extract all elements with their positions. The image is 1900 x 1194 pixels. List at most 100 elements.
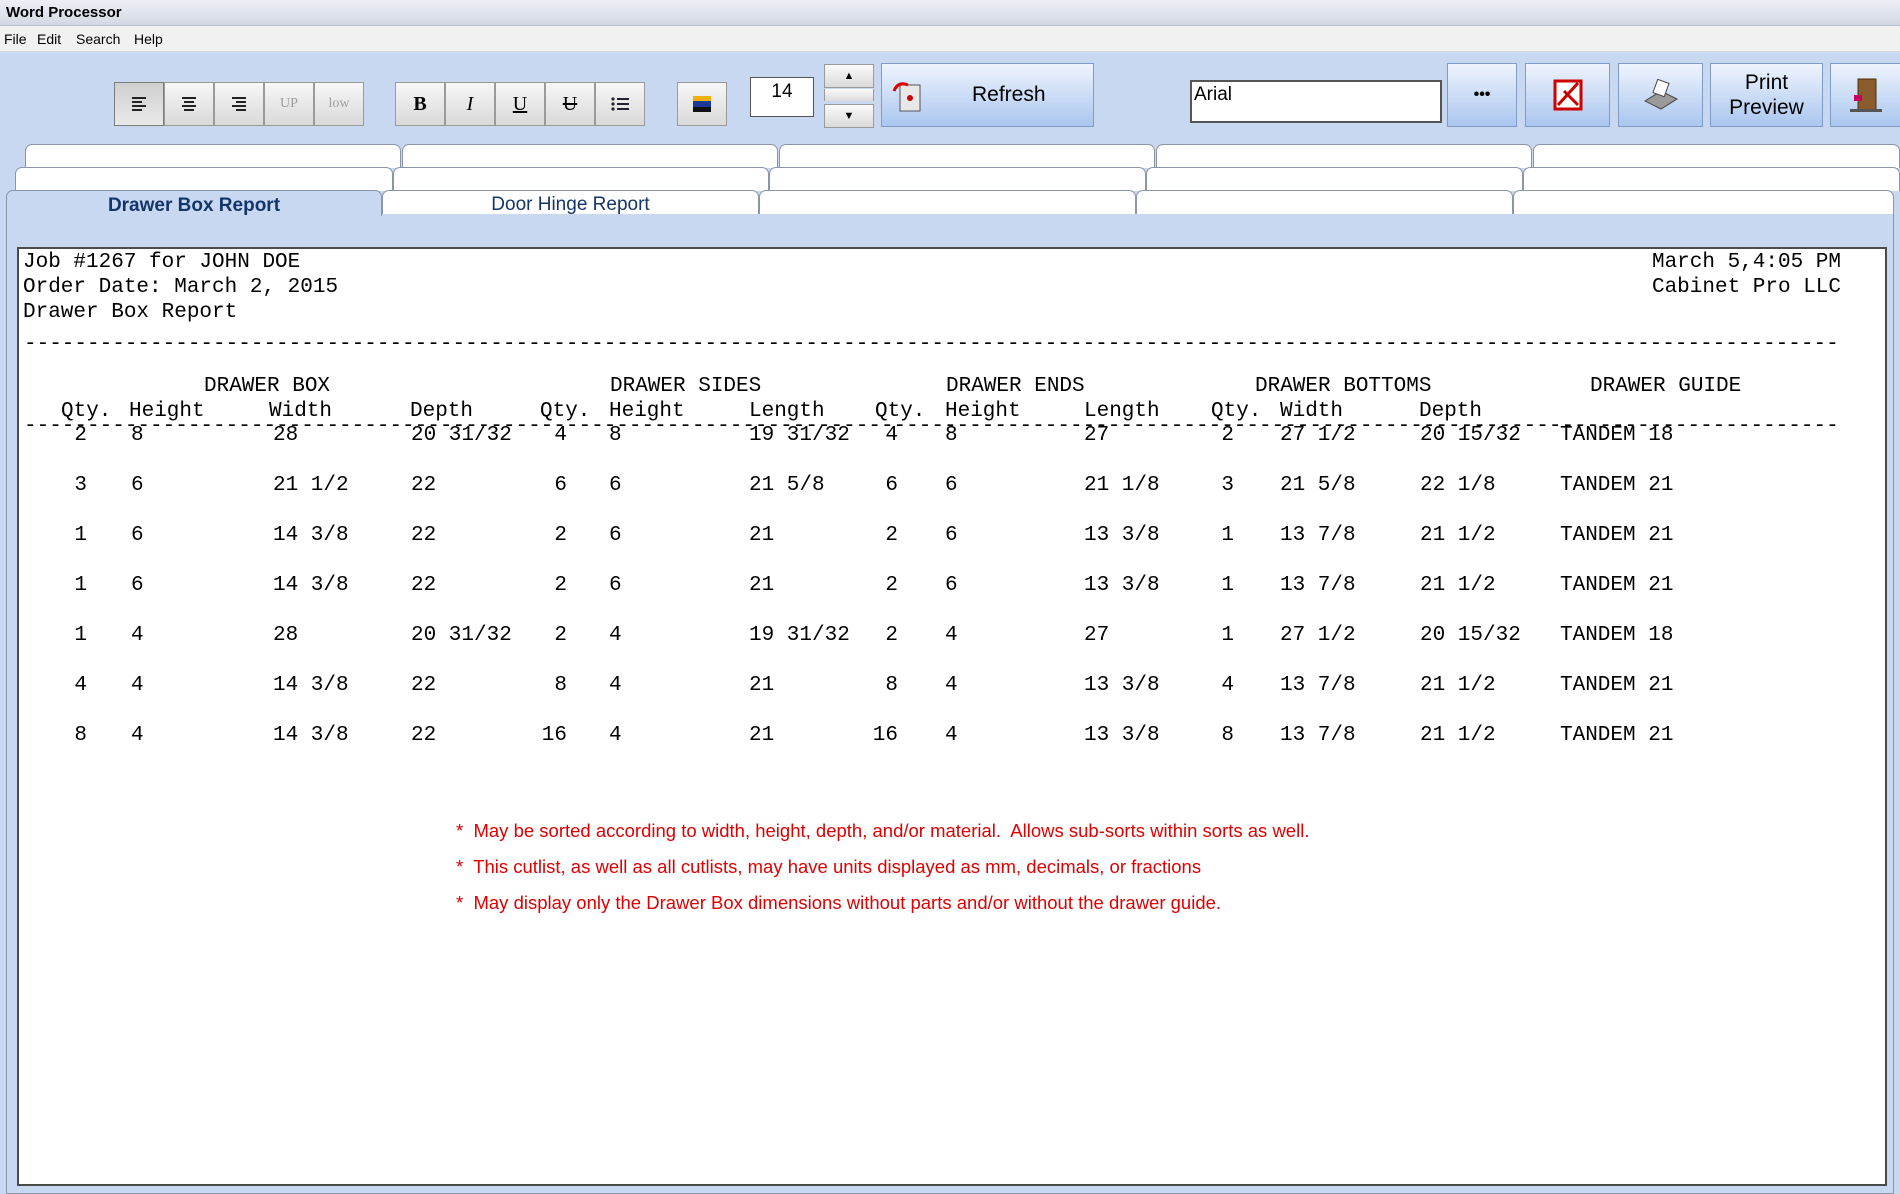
report-document[interactable]: Job #1267 for JOHN DOE Order Date: March… xyxy=(17,247,1887,1186)
align-right-icon xyxy=(232,97,246,111)
table-cell: 4 xyxy=(1221,674,1234,697)
order-date-line: Order Date: March 2, 2015 xyxy=(23,276,339,299)
table-cell: 22 xyxy=(411,724,437,747)
exit-button[interactable] xyxy=(1830,63,1900,127)
tab-blank[interactable] xyxy=(759,190,1136,214)
table-cell: 8 xyxy=(131,424,144,447)
table-cell: 3 xyxy=(74,474,87,497)
table-cell: 14 3/8 xyxy=(273,574,349,597)
menu-edit[interactable]: Edit xyxy=(37,31,61,47)
table-cell: 20 31/32 xyxy=(411,624,512,647)
font-size-input[interactable]: 14 xyxy=(750,77,814,117)
note-line: * May display only the Drawer Box dimens… xyxy=(456,892,1222,913)
print-preview-label-2: Preview xyxy=(1729,96,1804,119)
font-name-input[interactable]: Arial xyxy=(1190,80,1442,123)
table-cell: 1 xyxy=(1221,574,1234,597)
table-cell: 21 xyxy=(749,524,775,547)
spin-spacer xyxy=(824,89,874,101)
strikethrough-button[interactable]: U xyxy=(545,82,595,126)
table-cell: 13 7/8 xyxy=(1280,724,1356,747)
table-cell: 1 xyxy=(74,624,87,647)
tab-blank[interactable] xyxy=(25,144,401,168)
lowercase-button[interactable]: low xyxy=(314,82,364,126)
align-center-button[interactable] xyxy=(164,82,214,126)
table-cell: 22 xyxy=(411,674,437,697)
tab-blank[interactable] xyxy=(393,167,769,191)
table-cell: TANDEM 21 xyxy=(1560,524,1674,547)
group-header-drawer-guide: DRAWER GUIDE xyxy=(1590,375,1742,398)
table-cell: 8 xyxy=(1221,724,1234,747)
table-cell: 6 xyxy=(609,524,622,547)
tab-blank[interactable] xyxy=(1156,144,1532,168)
exit-door-icon xyxy=(1849,78,1882,112)
table-cell: TANDEM 21 xyxy=(1560,674,1674,697)
align-left-button[interactable] xyxy=(114,82,164,126)
table-row: 8 4 14 3/8 22 16 4 21 16 4 13 3/8 8 13 7/8 21 1/2 TAN… xyxy=(19,724,1879,750)
table-cell: 13 7/8 xyxy=(1280,674,1356,697)
note-line: * May be sorted according to width, heig… xyxy=(456,820,1310,841)
table-cell: 2 xyxy=(554,624,567,647)
tab-blank[interactable] xyxy=(1146,167,1523,191)
table-cell: 4 xyxy=(945,724,958,747)
bullet-list-button[interactable] xyxy=(595,82,645,126)
tab-drawer-box-report[interactable]: Drawer Box Report xyxy=(6,190,382,216)
table-cell: 2 xyxy=(885,624,898,647)
tab-blank[interactable] xyxy=(1136,190,1513,214)
table-row: 1 4 28 20 31/32 2 4 19 31/32 2 4 27 1 27 1/2 20 15/3… xyxy=(19,624,1879,650)
group-header-drawer-box: DRAWER BOX xyxy=(204,375,331,398)
table-cell: 27 1/2 xyxy=(1280,624,1356,647)
table-cell: 6 xyxy=(945,574,958,597)
print-preview-label-1: Print xyxy=(1744,71,1789,94)
table-cell: TANDEM 18 xyxy=(1560,624,1674,647)
color-icon xyxy=(693,96,711,112)
menu-file[interactable]: File xyxy=(4,31,27,47)
table-cell: 1 xyxy=(1221,524,1234,547)
color-button[interactable] xyxy=(677,82,727,126)
table-cell: 6 xyxy=(131,524,144,547)
font-size-down-button[interactable]: ▼ xyxy=(824,104,874,128)
tab-blank[interactable] xyxy=(402,144,778,168)
bold-button[interactable]: B xyxy=(395,82,445,126)
table-cell: 19 31/32 xyxy=(749,424,850,447)
pdf-button[interactable] xyxy=(1525,63,1610,127)
table-cell: 21 xyxy=(749,674,775,697)
table-cell: 27 xyxy=(1084,624,1110,647)
table-cell: 13 7/8 xyxy=(1280,574,1356,597)
table-cell: 16 xyxy=(541,724,567,747)
table-cell: 6 xyxy=(945,474,958,497)
tab-row-2 xyxy=(0,167,1900,191)
company-name: Cabinet Pro LLC xyxy=(1651,276,1841,299)
tab-door-hinge-report[interactable]: Door Hinge Report xyxy=(382,190,759,215)
refresh-button[interactable]: Refresh xyxy=(881,63,1094,127)
tab-blank[interactable] xyxy=(1523,167,1900,191)
table-cell: 4 xyxy=(74,674,87,697)
tab-blank[interactable] xyxy=(769,167,1146,191)
job-line: Job #1267 for JOHN DOE xyxy=(23,251,301,274)
table-cell: 22 xyxy=(411,574,437,597)
menu-search[interactable]: Search xyxy=(76,31,120,47)
tab-row-1 xyxy=(0,144,1900,168)
font-size-up-button[interactable]: ▲ xyxy=(824,64,874,88)
table-cell: 21 5/8 xyxy=(749,474,825,497)
table-cell: 13 3/8 xyxy=(1084,574,1160,597)
tab-blank[interactable] xyxy=(1513,190,1894,214)
window-title: Word Processor xyxy=(6,4,122,21)
italic-button[interactable]: I xyxy=(445,82,495,126)
tab-blank[interactable] xyxy=(779,144,1155,168)
underline-button[interactable]: U xyxy=(495,82,545,126)
print-preview-button[interactable]: Print Preview xyxy=(1710,63,1823,127)
print-button[interactable] xyxy=(1618,63,1703,127)
table-cell: 8 xyxy=(885,674,898,697)
alignment-group: UP low xyxy=(114,82,364,126)
title-bar: Word Processor xyxy=(0,0,1900,26)
uppercase-button[interactable]: UP xyxy=(264,82,314,126)
align-right-button[interactable] xyxy=(214,82,264,126)
more-fonts-button[interactable]: ••• xyxy=(1447,63,1517,127)
menu-help[interactable]: Help xyxy=(134,31,163,47)
tab-blank[interactable] xyxy=(15,167,393,191)
table-row: 1 6 14 3/8 22 2 6 21 2 6 13 3/8 1 13 7/8 21 1/2 TANDE… xyxy=(19,524,1879,550)
table-cell: 21 1/2 xyxy=(273,474,349,497)
tab-blank[interactable] xyxy=(1533,144,1900,168)
table-cell: 21 1/8 xyxy=(1084,474,1160,497)
align-center-icon xyxy=(182,97,196,111)
